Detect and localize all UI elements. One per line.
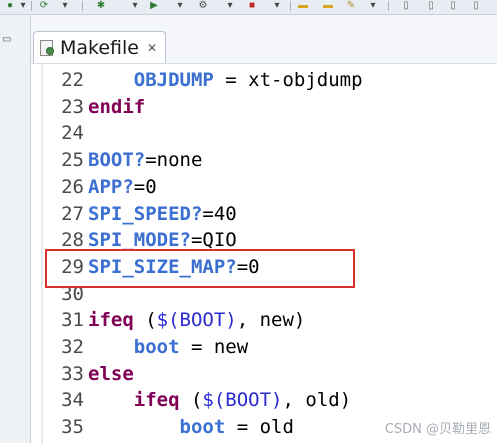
code-text: SPI_SPEED?=40 xyxy=(88,201,237,227)
code-token: SPI_MODE? xyxy=(88,229,191,252)
line-number: 25 xyxy=(61,149,84,172)
folder-icon[interactable]: ▬ xyxy=(322,0,334,11)
code-text: ifeq ($(BOOT), new) xyxy=(88,307,305,333)
code-token: $(BOOT) xyxy=(156,309,237,332)
refresh-icon[interactable]: ⟳ xyxy=(38,0,50,11)
code-token: endif xyxy=(88,95,146,118)
code-token: BOOT? xyxy=(88,149,146,172)
code-text: APP?=0 xyxy=(88,174,157,200)
code-token: =none xyxy=(145,149,203,172)
line-number: 23 xyxy=(61,95,84,118)
window-icon[interactable]: ▯ xyxy=(400,0,412,11)
toolbar-separator xyxy=(290,1,291,11)
window-icon[interactable]: ▯ xyxy=(470,0,482,11)
line-number: 27 xyxy=(61,202,84,225)
line-number: 35 xyxy=(61,416,84,439)
code-token: ( xyxy=(133,309,157,332)
run-icon[interactable]: ▶ xyxy=(148,0,160,11)
code-text: boot = old xyxy=(88,414,294,440)
code-text: else xyxy=(88,361,134,387)
code-token: = xt-objdump xyxy=(213,69,363,91)
line-number: 32 xyxy=(61,336,84,358)
code-token: ( xyxy=(179,389,203,412)
code-line[interactable]: 22 OBJDUMP = xt-objdump xyxy=(31,67,497,93)
code-token: boot xyxy=(179,416,226,439)
highlight-box xyxy=(45,249,355,288)
line-number: 26 xyxy=(61,175,84,198)
chevron-down-icon[interactable]: ▾ xyxy=(130,0,140,11)
line-number: 31 xyxy=(61,309,84,332)
code-token: APP? xyxy=(88,175,134,198)
code-token: $(BOOT) xyxy=(202,389,283,412)
window-icon[interactable]: ▯ xyxy=(425,0,437,11)
code-text: OBJDUMP = xt-objdump xyxy=(88,67,363,93)
line-number: 24 xyxy=(61,122,84,145)
code-token: , new) xyxy=(236,309,306,332)
main-toolbar: ● ▾ ⟳ ▾ ✱ ▾ ▶ ▾ ⚙ ▾ ■ ▾ ▬ ▬ ✎ ▾ ▯ ▯ ▯ ▯ xyxy=(0,0,497,15)
code-token: ifeq xyxy=(88,309,134,332)
toolbar-separator xyxy=(388,1,389,11)
minimize-icon[interactable]: ▭ xyxy=(2,35,14,45)
code-token: ifeq xyxy=(133,389,180,412)
gear-icon[interactable]: ⚙ xyxy=(197,0,209,11)
chevron-down-icon[interactable]: ▾ xyxy=(368,0,378,11)
code-token: , old) xyxy=(282,389,352,412)
code-text: BOOT?=none xyxy=(88,147,202,173)
code-line[interactable]: 33 else xyxy=(31,361,497,387)
toolbar-separator xyxy=(31,1,32,11)
code-line[interactable]: 25 BOOT?=none xyxy=(31,147,497,173)
chevron-down-icon[interactable]: ▾ xyxy=(60,0,70,11)
close-icon[interactable]: ✕ xyxy=(147,41,157,55)
window-icon[interactable]: ▯ xyxy=(447,0,459,11)
editor-tab-bar: Makefile ✕ xyxy=(31,15,497,64)
line-number: 22 xyxy=(61,69,84,91)
code-line[interactable]: 23 endif xyxy=(31,94,497,120)
code-token: =QIO xyxy=(190,229,237,252)
chevron-down-icon[interactable]: ▾ xyxy=(18,0,28,11)
line-number: 33 xyxy=(61,362,84,385)
code-text: boot = new xyxy=(88,334,248,360)
code-line[interactable]: 32 boot = new xyxy=(31,334,497,360)
code-line[interactable]: 26 APP?=0 xyxy=(31,174,497,200)
stop-icon[interactable]: ■ xyxy=(246,0,258,11)
chevron-down-icon[interactable]: ▾ xyxy=(225,0,235,11)
tab-makefile[interactable]: Makefile ✕ xyxy=(33,31,167,64)
code-token: SPI_SPEED? xyxy=(88,202,203,225)
code-token: = new xyxy=(179,336,249,358)
chevron-down-icon[interactable]: ▾ xyxy=(272,0,282,11)
code-text: endif xyxy=(88,94,145,120)
toolbar-separator xyxy=(82,1,83,11)
code-token: =0 xyxy=(133,175,157,198)
code-token: else xyxy=(88,362,134,385)
edit-icon[interactable]: ✎ xyxy=(345,0,357,11)
code-line[interactable]: 27 SPI_SPEED?=40 xyxy=(31,201,497,227)
watermark: CSDN @贝勒里恩 xyxy=(384,422,491,437)
line-number: 34 xyxy=(61,389,84,412)
chevron-down-icon[interactable]: ▾ xyxy=(175,0,185,11)
code-line[interactable]: 34 ifeq ($(BOOT), old) xyxy=(31,387,497,413)
run-icon[interactable]: ● xyxy=(4,0,16,11)
tab-label: Makefile xyxy=(60,37,139,59)
debug-icon[interactable]: ✱ xyxy=(95,0,107,11)
code-token: = old xyxy=(225,416,294,439)
code-token: OBJDUMP xyxy=(133,69,214,91)
left-panel-strip: ▭ xyxy=(0,15,31,443)
code-token: =40 xyxy=(202,202,237,225)
code-text: ifeq ($(BOOT), old) xyxy=(88,387,351,413)
code-token: boot xyxy=(133,336,180,358)
code-line[interactable]: 24 xyxy=(31,120,497,146)
code-line[interactable]: 31 ifeq ($(BOOT), new) xyxy=(31,307,497,333)
folder-icon[interactable]: ▬ xyxy=(297,0,309,11)
makefile-icon xyxy=(40,40,54,56)
